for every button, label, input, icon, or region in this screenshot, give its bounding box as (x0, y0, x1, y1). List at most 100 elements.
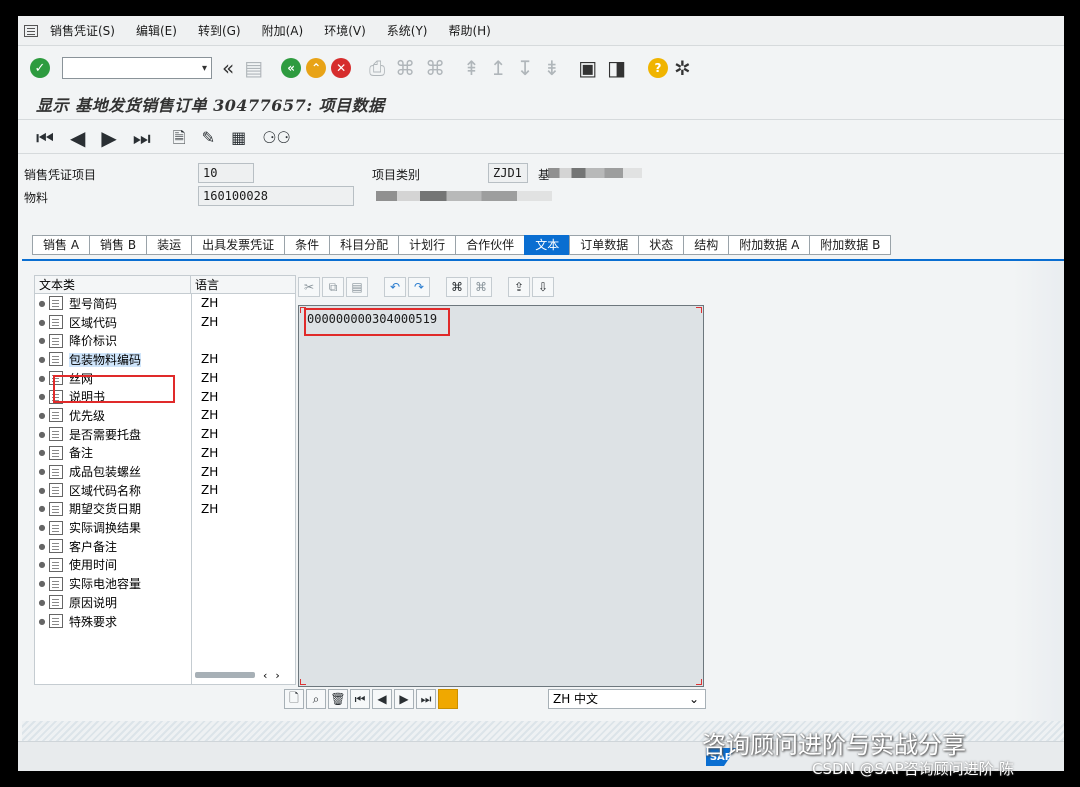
horizontal-scrollbar[interactable]: ‹ › (195, 669, 288, 682)
delete-icon[interactable]: 🗑 (328, 689, 348, 709)
tab-additional-data-b[interactable]: 附加数据 B (809, 235, 892, 255)
tree-row[interactable]: ● 是否需要托盘 ZH (35, 425, 295, 444)
menu-sales-document[interactable]: 销售凭证(S) (50, 22, 115, 39)
text-type-name[interactable]: 优先级 (69, 407, 183, 424)
text-type-name[interactable]: 实际电池容量 (69, 575, 183, 592)
menu-help[interactable]: 帮助(H) (448, 22, 490, 39)
text-type-name[interactable]: 成品包装螺丝 (69, 463, 183, 480)
calculator-icon[interactable]: ▦ (231, 128, 246, 148)
text-type-name[interactable]: 特殊要求 (69, 613, 183, 630)
column-header-language[interactable]: 语言 (191, 276, 291, 293)
menu-environment[interactable]: 环境(V) (324, 22, 366, 39)
cancel-icon[interactable]: ✕ (331, 58, 352, 78)
tree-row[interactable]: ● 优先级 ZH (35, 406, 295, 425)
command-field[interactable]: ▾ (62, 57, 212, 79)
text-type-name[interactable]: 实际调换结果 (69, 519, 183, 536)
scroll-right-icon[interactable]: › (275, 669, 279, 682)
shortcut-icon[interactable]: ◨ (607, 58, 626, 78)
print-icon[interactable]: ⎙ (369, 58, 385, 78)
tree-row[interactable]: ● 客户备注 (35, 537, 295, 556)
paste-icon[interactable]: ▤ (346, 277, 368, 297)
find-icon[interactable]: ⌘ (446, 277, 468, 297)
text-type-name[interactable]: 包装物料编码 (69, 351, 183, 368)
text-type-name[interactable]: 使用时间 (69, 556, 183, 573)
first-item-icon[interactable]: ⏮ (36, 128, 54, 148)
glasses-icon[interactable]: ⚆⚆ (262, 128, 291, 148)
tab-partners[interactable]: 合作伙伴 (455, 235, 525, 255)
tab-conditions[interactable]: 条件 (284, 235, 330, 255)
create-session-icon[interactable]: ▣ (578, 58, 597, 78)
tree-row[interactable]: ● 型号简码 ZH (35, 294, 295, 313)
enter-check-icon[interactable]: ✓ (30, 58, 50, 78)
text-editor[interactable]: 000000000304000519 (298, 305, 704, 687)
copy-icon[interactable]: ⧉ (322, 277, 344, 297)
redo-icon[interactable]: ↷ (408, 277, 430, 297)
text-type-name[interactable]: 原因说明 (69, 594, 183, 611)
text-type-name[interactable]: 期望交货日期 (69, 500, 183, 517)
first-page-icon[interactable]: ⇞ (463, 58, 480, 78)
find-next-icon[interactable]: ⌘ (425, 58, 445, 78)
exit-icon[interactable]: ⌃ (306, 58, 327, 78)
item-category-field[interactable]: ZJD1 (488, 163, 528, 183)
tree-row[interactable]: ● 成品包装螺丝 ZH (35, 462, 295, 481)
text-type-name[interactable]: 降价标识 (69, 332, 183, 349)
tab-sales-a[interactable]: 销售 A (32, 235, 90, 255)
download-icon[interactable]: ⇩ (532, 277, 554, 297)
new-text-icon[interactable]: 🗋 (284, 689, 304, 709)
text-type-name[interactable]: 型号简码 (69, 295, 183, 312)
tab-structure[interactable]: 结构 (683, 235, 729, 255)
tab-sales-b[interactable]: 销售 B (89, 235, 147, 255)
find-icon[interactable]: ⌘ (395, 58, 415, 78)
tree-row[interactable]: ● 期望交货日期 ZH (35, 500, 295, 519)
column-header-text-type[interactable]: 文本类 (35, 276, 191, 293)
menu-extras[interactable]: 附加(A) (262, 22, 304, 39)
tree-row[interactable]: ● 实际电池容量 (35, 574, 295, 593)
menu-goto[interactable]: 转到(G) (198, 22, 241, 39)
collapse-command-icon[interactable]: « (222, 58, 234, 78)
tree-row[interactable]: ● 降价标识 (35, 331, 295, 350)
find-next-icon[interactable]: ⌘ (470, 277, 492, 297)
tab-status[interactable]: 状态 (638, 235, 684, 255)
last-item-icon[interactable]: ⏭ (133, 128, 151, 148)
tab-account-assignment[interactable]: 科目分配 (329, 235, 399, 255)
text-type-name[interactable]: 是否需要托盘 (69, 426, 183, 443)
back-icon[interactable]: « (281, 58, 302, 78)
tree-row[interactable]: ● 包装物料编码 ZH (35, 350, 295, 369)
next-page-icon[interactable]: ↧ (517, 58, 534, 78)
text-type-name[interactable]: 区域代码名称 (69, 482, 183, 499)
undo-icon[interactable]: ↶ (384, 277, 406, 297)
menu-system[interactable]: 系统(Y) (387, 22, 428, 39)
previous-item-icon[interactable]: ◀ (70, 128, 85, 148)
previous-page-icon[interactable]: ↥ (490, 58, 507, 78)
save-icon[interactable]: ▤ (244, 58, 263, 78)
tree-row[interactable]: ● 备注 ZH (35, 444, 295, 463)
tree-row[interactable]: ● 使用时间 (35, 556, 295, 575)
scroll-thumb[interactable] (195, 672, 255, 678)
cut-icon[interactable]: ✂ (298, 277, 320, 297)
tree-row[interactable]: ● 实际调换结果 (35, 518, 295, 537)
color-marker-icon[interactable] (438, 689, 458, 709)
first-text-icon[interactable]: ⏮ (350, 689, 370, 709)
upload-icon[interactable]: ⇪ (508, 277, 530, 297)
help-icon[interactable]: ? (648, 58, 669, 78)
menu-edit[interactable]: 编辑(E) (136, 22, 177, 39)
tab-texts[interactable]: 文本 (524, 235, 570, 255)
tree-row[interactable]: ● 特殊要求 (35, 612, 295, 631)
text-type-name[interactable]: 备注 (69, 444, 183, 461)
item-field[interactable]: 10 (198, 163, 254, 183)
text-type-name[interactable]: 客户备注 (69, 538, 183, 555)
tab-order-data[interactable]: 订单数据 (569, 235, 639, 255)
tab-shipping[interactable]: 装运 (146, 235, 192, 255)
tree-row[interactable]: ● 区域代码 ZH (35, 313, 295, 332)
language-select[interactable]: ZH 中文 ⌄ (548, 689, 706, 709)
document-header-icon[interactable]: 🗎 (173, 128, 186, 148)
next-text-icon[interactable]: ▶ (394, 689, 414, 709)
display-change-icon[interactable]: ✎ (202, 128, 215, 148)
settings-gear-icon[interactable]: ✲ (674, 58, 691, 78)
tab-billing-document[interactable]: 出具发票凭证 (191, 235, 285, 255)
tree-row[interactable]: ● 区域代码名称 ZH (35, 481, 295, 500)
last-page-icon[interactable]: ⇟ (543, 58, 560, 78)
menu-icon[interactable] (24, 24, 38, 37)
previous-text-icon[interactable]: ◀ (372, 689, 392, 709)
tab-schedule-lines[interactable]: 计划行 (398, 235, 456, 255)
